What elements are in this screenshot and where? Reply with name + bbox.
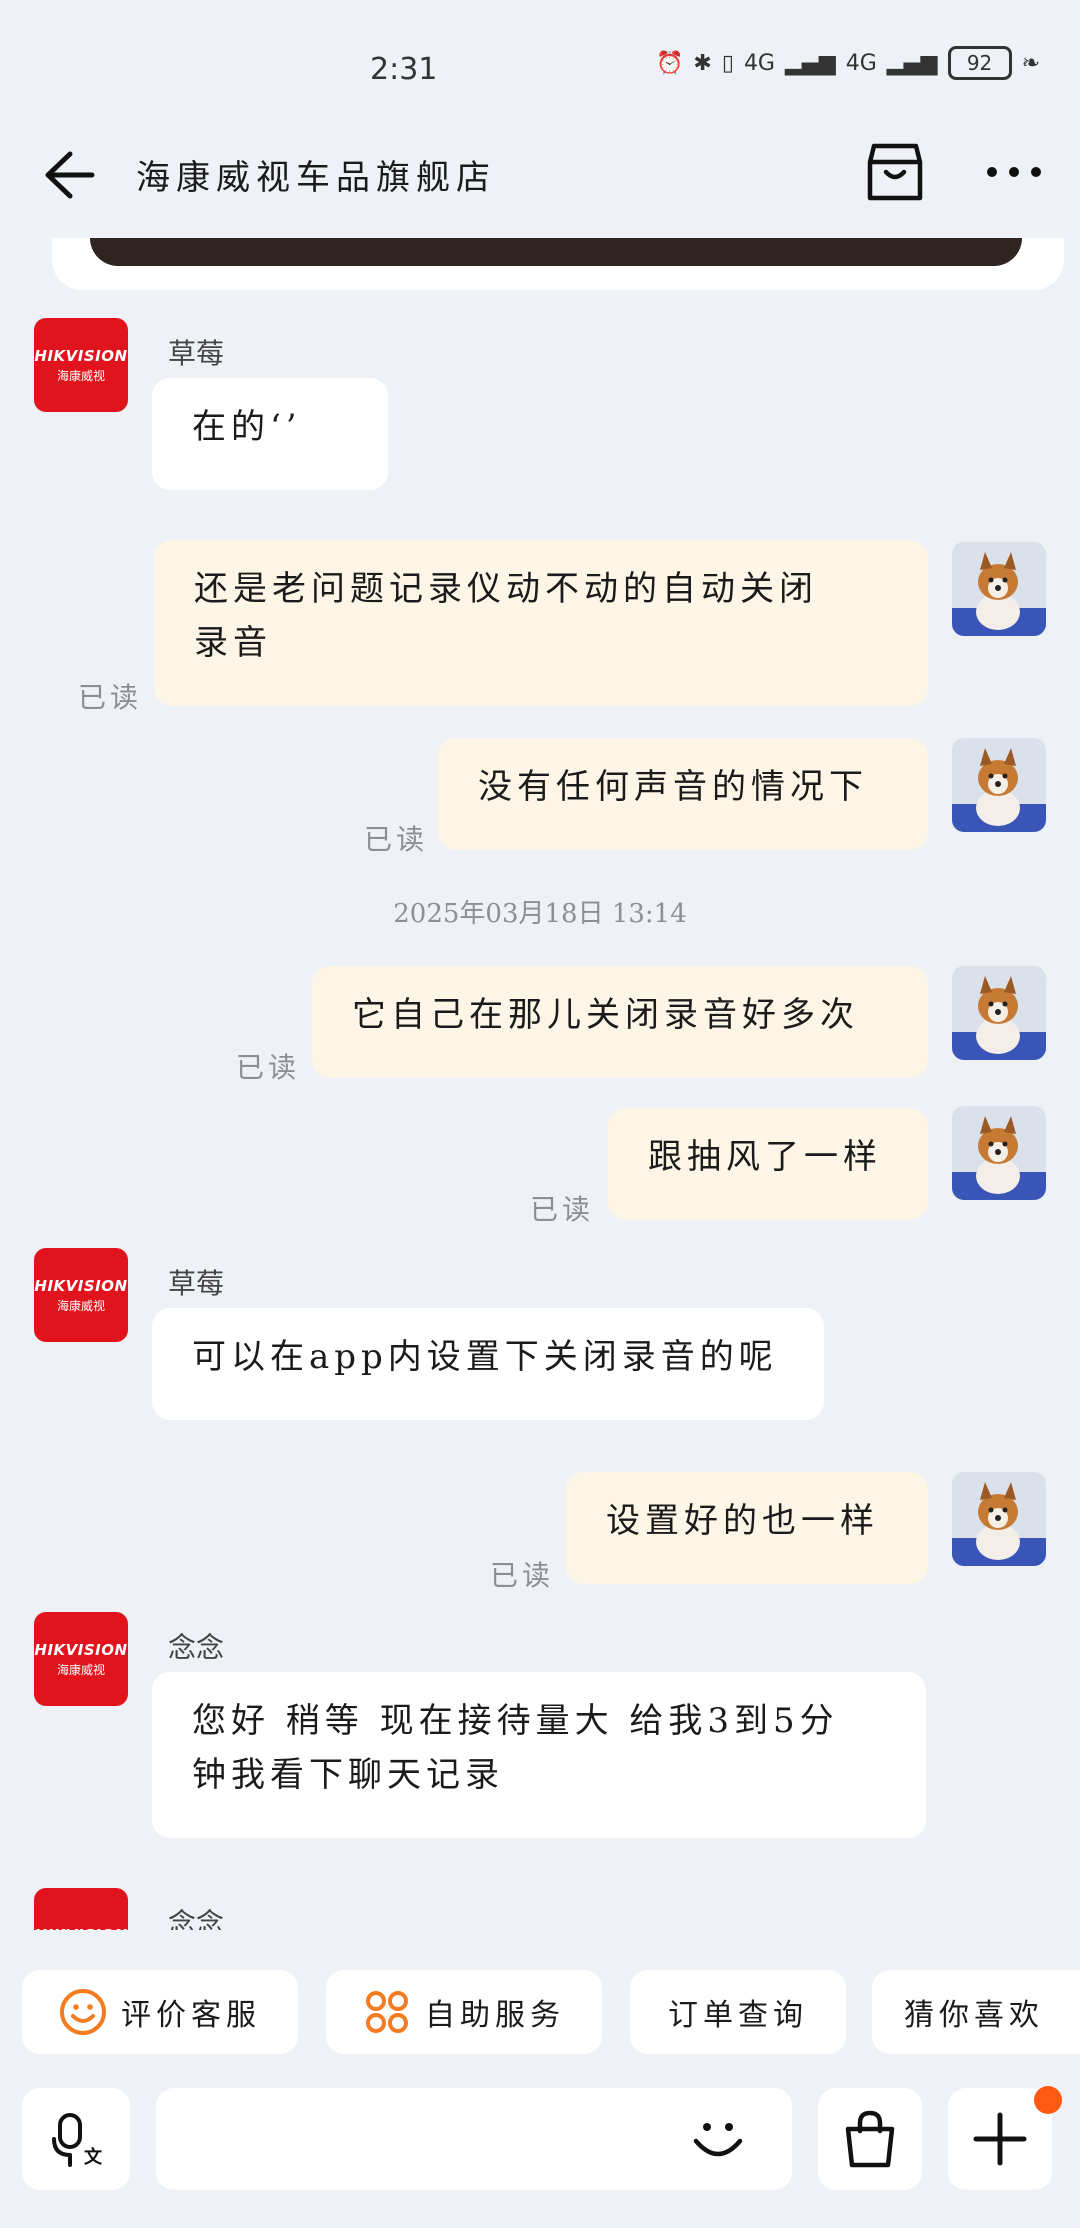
banner-image-edge bbox=[90, 238, 1022, 266]
user-avatar[interactable] bbox=[952, 738, 1046, 832]
dog-avatar-icon bbox=[952, 738, 1046, 832]
store-icon[interactable] bbox=[866, 142, 924, 204]
brand-logo-text: HIKVISION bbox=[34, 346, 128, 365]
battery-indicator: 92 bbox=[947, 46, 1012, 80]
vibrate-icon: ▯ bbox=[721, 50, 734, 76]
message-bubble[interactable]: 还是老问题记录仪动不动的自动关闭 录音 bbox=[154, 540, 928, 706]
signal-icon: ▂▄▆ bbox=[784, 50, 836, 76]
message-input[interactable] bbox=[156, 2088, 792, 2190]
brand-logo-text: HIKVISION bbox=[34, 1926, 127, 1930]
notification-dot bbox=[1034, 2086, 1062, 2114]
microphone-translate-icon: 文 bbox=[52, 2113, 103, 2168]
dog-avatar-icon bbox=[952, 1472, 1046, 1566]
quick-action-label: 订单查询 bbox=[668, 1998, 808, 2033]
message-text-line: 您好 稍等 现在接待量大 给我3到5分 bbox=[192, 1701, 839, 1741]
brand-logo-subtext: 海康威视 bbox=[56, 368, 105, 383]
read-status: 已读 bbox=[364, 823, 429, 856]
alarm-icon: ⏰ bbox=[655, 50, 684, 76]
user-avatar[interactable] bbox=[952, 1472, 1046, 1566]
brand-logo-text: HIKVISION bbox=[34, 1276, 128, 1295]
message-bubble[interactable]: 可以在app内设置下关闭录音的呢 bbox=[152, 1308, 824, 1420]
sender-name: 草莓 bbox=[168, 1267, 225, 1300]
user-avatar[interactable] bbox=[952, 966, 1046, 1060]
dog-avatar-icon bbox=[952, 542, 1046, 636]
sender-name: 念念 bbox=[168, 1907, 225, 1930]
message-text-line: 钟我看下聊天记录 bbox=[192, 1755, 504, 1795]
quick-action-label: 猜你喜欢 bbox=[904, 1998, 1044, 2033]
bluetooth-icon: ✱ bbox=[693, 50, 712, 76]
quick-action-guess-you-like[interactable]: 猜你喜欢 bbox=[872, 1970, 1080, 2054]
quick-action-rate-service[interactable]: 评价客服 bbox=[22, 1970, 298, 2054]
quick-action-label: 自助服务 bbox=[425, 1998, 565, 2033]
back-button[interactable] bbox=[40, 148, 100, 202]
quick-action-order-query[interactable]: 订单查询 bbox=[630, 1970, 846, 2054]
message-bubble[interactable]: 设置好的也一样 bbox=[566, 1472, 928, 1584]
shopping-bag-button[interactable] bbox=[818, 2088, 922, 2190]
more-options-icon[interactable] bbox=[984, 160, 1044, 184]
quick-action-self-service[interactable]: 自助服务 bbox=[326, 1970, 602, 2054]
read-status: 已读 bbox=[530, 1193, 595, 1226]
shopping-bag-icon bbox=[845, 2110, 895, 2168]
sender-name: 草莓 bbox=[168, 337, 225, 370]
grid-icon bbox=[366, 1991, 408, 2033]
network-label-1: 4G bbox=[743, 50, 775, 76]
agent-avatar[interactable]: HIKVISION bbox=[34, 1888, 128, 1930]
svg-text:文: 文 bbox=[84, 2146, 103, 2168]
plus-icon bbox=[973, 2112, 1027, 2166]
brand-logo-subtext: 海康威视 bbox=[56, 1662, 105, 1677]
agent-avatar[interactable]: HIKVISION 海康威视 bbox=[34, 1248, 128, 1342]
brand-logo-text: HIKVISION bbox=[34, 1640, 128, 1659]
smile-icon bbox=[60, 1989, 106, 2035]
message-text-line: 录音 bbox=[194, 623, 272, 663]
message-bubble[interactable]: 没有任何声音的情况下 bbox=[438, 738, 928, 850]
user-avatar[interactable] bbox=[952, 542, 1046, 636]
dog-avatar-icon bbox=[952, 1106, 1046, 1200]
message-bubble[interactable]: 跟抽风了一样 bbox=[608, 1108, 928, 1220]
status-time: 2:31 bbox=[370, 52, 438, 87]
message-bubble[interactable]: 您好 稍等 现在接待量大 给我3到5分 钟我看下聊天记录 bbox=[152, 1672, 926, 1838]
leaf-icon: ❧ bbox=[1021, 50, 1040, 76]
sender-name: 念念 bbox=[168, 1631, 225, 1664]
signal-icon: ▂▄▆ bbox=[886, 50, 938, 76]
emoji-icon[interactable] bbox=[688, 2109, 748, 2169]
message-bubble[interactable]: 它自己在那儿关闭录音好多次 bbox=[312, 966, 928, 1078]
message-bubble[interactable]: 在的‘’ bbox=[152, 378, 388, 490]
read-status: 已读 bbox=[236, 1051, 301, 1084]
agent-avatar[interactable]: HIKVISION 海康威视 bbox=[34, 1612, 128, 1706]
quick-action-label: 评价客服 bbox=[121, 1998, 261, 2033]
user-avatar[interactable] bbox=[952, 1106, 1046, 1200]
read-status: 已读 bbox=[490, 1559, 555, 1592]
dog-avatar-icon bbox=[952, 966, 1046, 1060]
message-text-line: 还是老问题记录仪动不动的自动关闭 bbox=[194, 569, 818, 609]
network-label-2: 4G bbox=[845, 50, 877, 76]
shop-title: 海康威视车品旗舰店 bbox=[136, 158, 496, 198]
agent-avatar[interactable]: HIKVISION 海康威视 bbox=[34, 318, 128, 412]
voice-input-button[interactable]: 文 bbox=[22, 2088, 130, 2190]
message-partial: HIKVISION 念念 bbox=[0, 1880, 1080, 1930]
brand-logo-subtext: 海康威视 bbox=[56, 1298, 105, 1313]
status-icons: ⏰ ✱ ▯ 4G ▂▄▆ 4G ▂▄▆ 92 ❧ bbox=[656, 46, 1040, 80]
read-status: 已读 bbox=[78, 681, 143, 714]
chat-timestamp: 2025年03月18日 13:14 bbox=[393, 899, 687, 929]
